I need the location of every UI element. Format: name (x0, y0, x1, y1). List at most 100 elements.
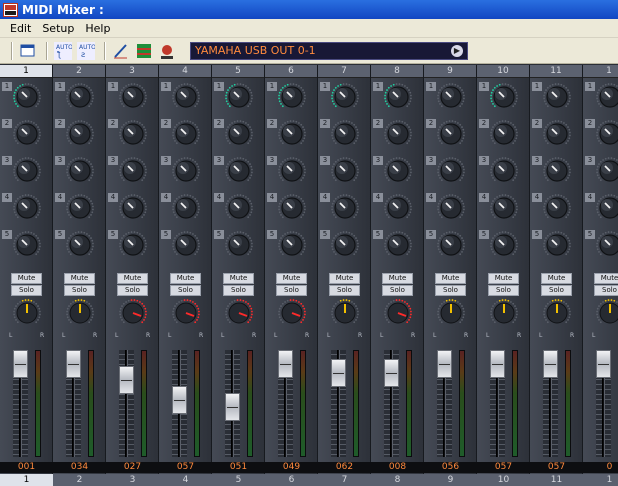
send-knob[interactable] (330, 82, 360, 115)
send-knob[interactable] (224, 119, 254, 152)
channel-number[interactable]: 11 (530, 65, 582, 78)
pan-knob[interactable] (330, 298, 360, 333)
send-knob[interactable] (171, 82, 201, 115)
send-knob[interactable] (224, 230, 254, 263)
send-knob[interactable] (436, 82, 466, 115)
send-knob[interactable] (277, 156, 307, 189)
send-knob[interactable] (595, 230, 618, 263)
solo-button[interactable]: Solo (329, 285, 360, 296)
channel-number[interactable]: 8 (371, 65, 423, 78)
send-knob[interactable] (542, 193, 572, 226)
send-knob[interactable] (489, 156, 519, 189)
send-knob[interactable] (224, 82, 254, 115)
record-icon[interactable] (157, 41, 177, 61)
channel-number[interactable]: 5 (212, 65, 264, 78)
pan-knob[interactable] (383, 298, 413, 333)
solo-button[interactable]: Solo (541, 285, 572, 296)
send-knob[interactable] (118, 119, 148, 152)
solo-button[interactable]: Solo (11, 285, 42, 296)
send-knob[interactable] (595, 193, 618, 226)
channel-footer[interactable]: 7 (318, 474, 371, 486)
send-knob[interactable] (383, 193, 413, 226)
channel-footer[interactable]: 4 (159, 474, 212, 486)
send-knob[interactable] (383, 82, 413, 115)
channel-footer[interactable]: 6 (265, 474, 318, 486)
window-icon[interactable] (18, 41, 38, 61)
mute-button[interactable]: Mute (64, 273, 95, 284)
channel-footer[interactable]: 11 (530, 474, 583, 486)
send-knob[interactable] (171, 193, 201, 226)
solo-button[interactable]: Solo (488, 285, 519, 296)
send-knob[interactable] (330, 156, 360, 189)
volume-fader-handle[interactable] (384, 359, 399, 388)
send-knob[interactable] (383, 230, 413, 263)
send-knob[interactable] (65, 193, 95, 226)
send-knob[interactable] (595, 82, 618, 115)
pan-knob[interactable] (542, 298, 572, 333)
mute-button[interactable]: Mute (11, 273, 42, 284)
pan-knob[interactable] (277, 298, 307, 333)
send-knob[interactable] (171, 119, 201, 152)
send-knob[interactable] (12, 230, 42, 263)
channel-number[interactable]: 1 (583, 65, 618, 78)
channel-footer[interactable]: 8 (371, 474, 424, 486)
volume-fader-handle[interactable] (13, 350, 28, 378)
solo-button[interactable]: Solo (382, 285, 413, 296)
send-knob[interactable] (436, 230, 466, 263)
send-knob[interactable] (65, 119, 95, 152)
pencil-icon[interactable] (111, 41, 131, 61)
send-knob[interactable] (224, 156, 254, 189)
volume-fader-handle[interactable] (278, 350, 293, 378)
send-knob[interactable] (12, 82, 42, 115)
pan-knob[interactable] (489, 298, 519, 333)
mute-button[interactable]: Mute (541, 273, 572, 284)
pan-knob[interactable] (118, 298, 148, 333)
midi-port-select[interactable]: YAMAHA USB OUT 0-1 ▶ (190, 42, 468, 60)
send-knob[interactable] (436, 156, 466, 189)
volume-fader-handle[interactable] (172, 385, 187, 414)
channel-number[interactable]: 4 (159, 65, 211, 78)
grid-icon[interactable] (134, 41, 154, 61)
menu-edit[interactable]: Edit (10, 22, 31, 35)
send-knob[interactable] (542, 230, 572, 263)
send-knob[interactable] (224, 193, 254, 226)
auto-record-icon[interactable]: AUTO ƪ (53, 41, 73, 61)
send-knob[interactable] (118, 193, 148, 226)
send-knob[interactable] (118, 230, 148, 263)
volume-fader-handle[interactable] (490, 350, 505, 378)
mute-button[interactable]: Mute (329, 273, 360, 284)
send-knob[interactable] (330, 193, 360, 226)
volume-fader-handle[interactable] (66, 350, 81, 378)
send-knob[interactable] (277, 230, 307, 263)
send-knob[interactable] (489, 82, 519, 115)
send-knob[interactable] (330, 230, 360, 263)
volume-fader-handle[interactable] (543, 350, 558, 378)
send-knob[interactable] (12, 156, 42, 189)
channel-footer[interactable]: 1 (583, 474, 618, 486)
pan-knob[interactable] (224, 298, 254, 333)
send-knob[interactable] (542, 82, 572, 115)
send-knob[interactable] (436, 119, 466, 152)
channel-footer[interactable]: 1 (0, 474, 53, 486)
mute-button[interactable]: Mute (488, 273, 519, 284)
channel-footer[interactable]: 3 (106, 474, 159, 486)
menu-help[interactable]: Help (85, 22, 110, 35)
send-knob[interactable] (436, 193, 466, 226)
solo-button[interactable]: Solo (594, 285, 618, 296)
channel-number[interactable]: 2 (53, 65, 105, 78)
send-knob[interactable] (65, 230, 95, 263)
volume-fader-handle[interactable] (596, 350, 611, 378)
pan-knob[interactable] (65, 298, 95, 333)
send-knob[interactable] (595, 119, 618, 152)
channel-number[interactable]: 9 (424, 65, 476, 78)
send-knob[interactable] (542, 156, 572, 189)
channel-footer[interactable]: 2 (53, 474, 106, 486)
channel-footer[interactable]: 9 (424, 474, 477, 486)
mute-button[interactable]: Mute (223, 273, 254, 284)
send-knob[interactable] (118, 82, 148, 115)
send-knob[interactable] (330, 119, 360, 152)
mute-button[interactable]: Mute (117, 273, 148, 284)
channel-number[interactable]: 7 (318, 65, 370, 78)
send-knob[interactable] (118, 156, 148, 189)
mute-button[interactable]: Mute (435, 273, 466, 284)
